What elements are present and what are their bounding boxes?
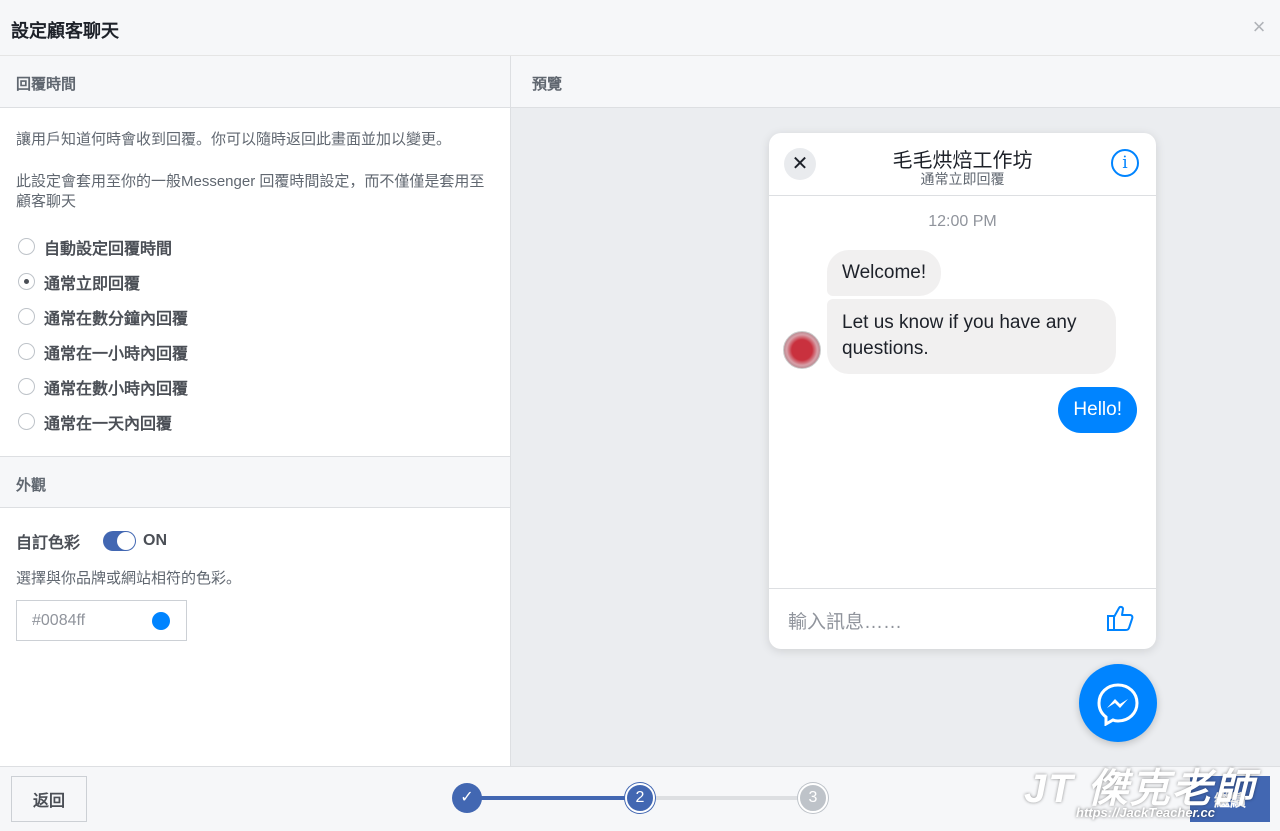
chat-status: 通常立即回覆 xyxy=(920,171,1005,187)
radio-option-minutes[interactable]: 通常在數分鐘內回覆 xyxy=(18,299,510,334)
messenger-icon xyxy=(1097,683,1139,726)
radio-option-day[interactable]: 通常在一天內回覆 xyxy=(18,404,510,439)
incoming-message: Welcome! xyxy=(827,250,942,296)
chat-preview-window: ✕ 毛毛烘焙工作坊 通常立即回覆 i 12:00 PM Welcome! Let… xyxy=(769,133,1156,649)
response-time-options: 自動設定回覆時間 通常立即回覆 通常在數分鐘內回覆 通常在一小時內回覆 通常在數… xyxy=(0,229,510,439)
incoming-message: Let us know if you have any questions. xyxy=(827,299,1116,374)
radio-label: 通常立即回覆 xyxy=(44,275,141,293)
continue-button[interactable]: 繼續 xyxy=(1190,776,1270,822)
outgoing-message: Hello! xyxy=(1058,387,1137,433)
step-connector-todo xyxy=(652,796,802,800)
message-input-placeholder[interactable]: 輸入訊息…… xyxy=(788,607,902,634)
radio-option-hour[interactable]: 通常在一小時內回覆 xyxy=(18,334,510,369)
radio-option-hours[interactable]: 通常在數小時內回覆 xyxy=(18,369,510,404)
radio-button[interactable] xyxy=(18,343,35,360)
custom-color-row: 自訂色彩 ON xyxy=(0,529,510,553)
radio-button-selected[interactable] xyxy=(18,273,35,290)
settings-panel: 回覆時間 讓用戶知道何時會收到回覆。你可以隨時返回此畫面並加以變更。 此設定會套… xyxy=(0,56,511,766)
dialog-footer: 返回 ✓ 2 3 繼續 xyxy=(0,766,1280,831)
step-connector-done xyxy=(480,796,627,800)
radio-label: 通常在一小時內回覆 xyxy=(44,345,189,363)
color-description: 選擇與你品牌或網站相符的色彩。 xyxy=(16,570,242,587)
dialog-header: 設定顧客聊天 × xyxy=(0,0,1280,56)
toggle-knob xyxy=(117,532,136,550)
appearance-heading: 外觀 xyxy=(0,456,510,508)
toggle-state-label: ON xyxy=(143,532,168,549)
custom-color-toggle[interactable] xyxy=(103,531,137,551)
info-icon[interactable]: i xyxy=(1111,149,1139,177)
messenger-setting-note: 此設定會套用至你的一般Messenger 回覆時間設定，而不僅僅是套用至顧客聊天 xyxy=(16,173,485,210)
chat-composer[interactable]: 輸入訊息…… xyxy=(769,588,1156,649)
dialog-title: 設定顧客聊天 xyxy=(11,21,119,41)
page-avatar xyxy=(783,331,821,369)
back-button[interactable]: 返回 xyxy=(11,776,87,822)
messenger-chat-button[interactable] xyxy=(1079,664,1157,742)
chat-header: ✕ 毛毛烘焙工作坊 通常立即回覆 i xyxy=(769,133,1156,196)
radio-option-auto[interactable]: 自動設定回覆時間 xyxy=(18,229,510,264)
radio-label: 自動設定回覆時間 xyxy=(44,240,173,258)
step-3-upcoming: 3 xyxy=(798,783,828,813)
color-swatch[interactable] xyxy=(152,612,170,630)
radio-button[interactable] xyxy=(18,238,35,255)
preview-heading: 預覽 xyxy=(511,56,1280,108)
color-hex-value: #0084ff xyxy=(32,611,86,629)
response-time-description: 讓用戶知道何時會收到回覆。你可以隨時返回此畫面並加以變更。 xyxy=(16,131,452,148)
close-icon[interactable]: × xyxy=(1250,16,1268,38)
custom-color-label: 自訂色彩 xyxy=(16,535,81,552)
radio-button[interactable] xyxy=(18,308,35,325)
step-1-complete: ✓ xyxy=(452,783,482,813)
progress-stepper: ✓ 2 3 xyxy=(452,783,828,813)
thumbs-up-icon[interactable] xyxy=(1104,602,1136,634)
chat-timestamp: 12:00 PM xyxy=(928,213,997,230)
radio-label: 通常在數分鐘內回覆 xyxy=(44,310,189,328)
step-2-current: 2 xyxy=(625,783,655,813)
radio-button[interactable] xyxy=(18,413,35,430)
preview-panel: 預覽 ✕ 毛毛烘焙工作坊 通常立即回覆 i 12:00 PM Welcome! … xyxy=(511,56,1280,766)
radio-label: 通常在一天內回覆 xyxy=(44,415,173,433)
response-time-heading: 回覆時間 xyxy=(0,56,510,108)
color-hex-input[interactable]: #0084ff xyxy=(16,600,187,641)
radio-button[interactable] xyxy=(18,378,35,395)
radio-label: 通常在數小時內回覆 xyxy=(44,380,189,398)
radio-option-instant[interactable]: 通常立即回覆 xyxy=(18,264,510,299)
